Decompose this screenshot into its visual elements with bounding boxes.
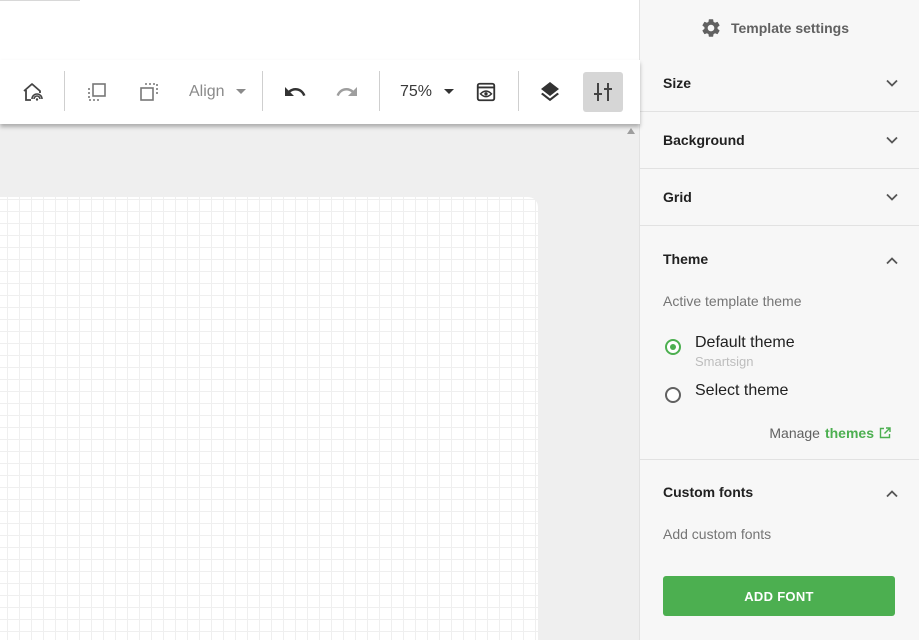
chevron-down-icon — [886, 193, 898, 201]
default-theme-label: Default theme — [695, 334, 795, 351]
section-theme-title: Theme — [663, 251, 709, 267]
editor-toolbar: Align 75% — [0, 60, 640, 124]
add-custom-fonts-label: Add custom fonts — [663, 526, 772, 542]
chevron-up-icon — [886, 490, 898, 498]
preview-icon — [476, 82, 496, 102]
select-theme-label: Select theme — [695, 382, 789, 399]
gear-icon — [702, 19, 720, 37]
canvas-scrollbar[interactable] — [624, 124, 639, 640]
canvas-area[interactable] — [0, 124, 624, 640]
settings-sliders-icon — [594, 83, 612, 101]
zoom-value: 75% — [400, 83, 433, 100]
section-background[interactable]: Background — [640, 113, 919, 169]
toolbar-separator — [262, 71, 263, 111]
toolbar-separator — [518, 71, 519, 111]
layers-button[interactable] — [531, 72, 569, 112]
chevron-down-icon — [886, 136, 898, 144]
redo-button[interactable] — [328, 72, 366, 112]
manage-themes-link[interactable]: themes — [825, 425, 874, 441]
add-font-button[interactable]: ADD FONT — [663, 576, 895, 616]
section-background-title: Background — [663, 132, 745, 148]
template-settings-panel: Template settings Size Background Grid T… — [639, 0, 919, 640]
radio-select-theme[interactable]: Select theme — [663, 382, 883, 407]
active-theme-label: Active template theme — [663, 293, 802, 309]
section-custom-fonts-title: Custom fonts — [663, 484, 754, 500]
open-in-new-icon[interactable] — [879, 427, 891, 439]
section-size[interactable]: Size — [640, 56, 919, 112]
bring-forward-button[interactable] — [78, 72, 116, 112]
toolbar-separator — [379, 71, 380, 111]
chevron-up-icon — [886, 257, 898, 265]
template-canvas[interactable] — [0, 197, 538, 640]
align-dropdown[interactable]: Align — [180, 72, 258, 112]
toolbar-separator — [64, 71, 65, 111]
cast-button[interactable] — [14, 72, 52, 112]
panel-header: Template settings — [640, 0, 919, 56]
section-size-title: Size — [663, 75, 692, 91]
align-label: Align — [189, 83, 225, 100]
section-custom-fonts-header[interactable]: Custom fonts — [640, 460, 919, 516]
header-divider — [0, 0, 80, 1]
default-theme-source: Smartsign — [695, 354, 754, 369]
manage-prefix: Manage — [769, 425, 820, 441]
template-settings-toggle[interactable] — [583, 72, 623, 112]
section-grid-title: Grid — [663, 189, 692, 205]
top-header — [0, 0, 640, 60]
preview-button[interactable] — [467, 72, 505, 112]
send-backward-button[interactable] — [130, 72, 168, 112]
section-theme-header[interactable]: Theme — [640, 227, 919, 283]
scroll-up-arrow-icon[interactable] — [627, 128, 635, 134]
section-grid[interactable]: Grid — [640, 170, 919, 226]
radio-default-theme[interactable]: Default theme Smartsign — [663, 334, 883, 369]
panel-title: Template settings — [731, 20, 849, 36]
chevron-down-icon — [886, 79, 898, 87]
send-backward-icon — [140, 83, 158, 101]
zoom-dropdown[interactable]: 75% — [392, 72, 464, 112]
redo-icon — [336, 87, 357, 96]
layers-icon — [541, 82, 559, 102]
cast-icon — [23, 83, 43, 101]
bring-forward-icon — [88, 83, 106, 101]
caret-down-icon — [235, 89, 246, 94]
undo-icon — [285, 87, 306, 96]
radio-unchecked-icon[interactable] — [665, 387, 681, 403]
undo-button[interactable] — [276, 72, 314, 112]
radio-checked-icon[interactable] — [665, 339, 681, 355]
caret-down-icon — [444, 89, 455, 94]
manage-themes: Manage themes — [769, 425, 891, 441]
